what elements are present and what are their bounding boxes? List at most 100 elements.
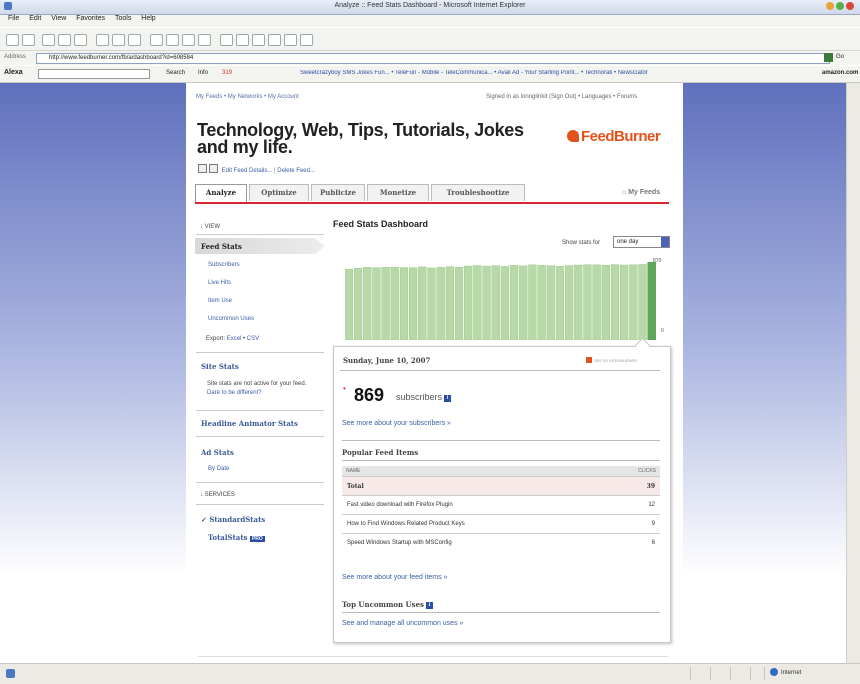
print-button[interactable] xyxy=(166,34,179,46)
top-nav-links[interactable]: My Feeds • My Networks • My Account xyxy=(196,94,299,100)
refresh-button[interactable] xyxy=(58,34,71,46)
table-row[interactable]: How to Find Windows Related Product Keys… xyxy=(342,514,660,534)
sidebar-item-subscribers[interactable]: Subscribers xyxy=(208,262,240,268)
edit-button[interactable] xyxy=(182,34,195,46)
chart-bar[interactable] xyxy=(445,266,454,340)
chart-bar[interactable] xyxy=(555,266,565,340)
tab-troubleshootize[interactable]: Troubleshootize xyxy=(431,184,525,201)
chart-bar[interactable] xyxy=(381,267,390,340)
menu-favorites[interactable]: Favorites xyxy=(76,15,105,22)
chart-bar[interactable] xyxy=(408,267,418,340)
toolbar-extra-button-3[interactable] xyxy=(284,34,297,46)
chart-bar[interactable] xyxy=(418,266,427,340)
manage-uncommon-link[interactable]: See and manage all uncommon uses » xyxy=(342,620,463,627)
tab-optimize[interactable]: Optimize xyxy=(249,184,309,201)
stop-button[interactable] xyxy=(42,34,55,46)
sidebar-item-uncommon-uses[interactable]: Uncommon Uses xyxy=(208,316,254,322)
chart-bar[interactable] xyxy=(491,265,500,340)
home-button[interactable] xyxy=(74,34,87,46)
chart-bar[interactable] xyxy=(390,266,399,340)
menu-file[interactable]: File xyxy=(8,15,19,22)
maximize-button[interactable] xyxy=(836,2,844,10)
chart-bar-current[interactable] xyxy=(647,262,656,340)
research-button[interactable] xyxy=(220,34,233,46)
tab-monetize[interactable]: Monetize xyxy=(367,184,429,201)
sidebar-item-ad-stats[interactable]: Ad Stats xyxy=(201,448,234,457)
row-name[interactable]: Fast video download with Firefox Plugin xyxy=(342,495,607,515)
chart-bar[interactable] xyxy=(464,265,473,340)
show-stats-select[interactable]: one day xyxy=(613,236,670,248)
delete-feed-link[interactable]: Delete Feed... xyxy=(277,168,315,174)
chart-bar[interactable] xyxy=(399,267,409,340)
discuss-button[interactable] xyxy=(236,34,249,46)
history-button[interactable] xyxy=(128,34,141,46)
sidebar-item-item-use[interactable]: Item Use xyxy=(208,298,232,304)
mail-button[interactable] xyxy=(150,34,163,46)
alexa-label[interactable]: Alexa xyxy=(4,69,23,76)
menu-tools[interactable]: Tools xyxy=(115,15,131,22)
toolbar-extra-button-2[interactable] xyxy=(268,34,281,46)
chart-bar[interactable] xyxy=(454,266,464,340)
chart-bar[interactable] xyxy=(537,265,546,340)
row-name[interactable]: How to Find Windows Related Product Keys xyxy=(342,514,607,534)
search-button[interactable] xyxy=(96,34,109,46)
chart-bar[interactable] xyxy=(345,268,354,340)
menu-edit[interactable]: Edit xyxy=(29,15,41,22)
menu-view[interactable]: View xyxy=(51,15,66,22)
chart-bar[interactable] xyxy=(500,266,510,340)
sidebar-item-headline-animator[interactable]: Headline Animator Stats xyxy=(201,419,298,428)
export-excel-link[interactable]: Excel xyxy=(227,336,242,342)
sidebar-item-feed-stats[interactable]: Feed Stats xyxy=(201,242,242,251)
menu-help[interactable]: Help xyxy=(141,15,155,22)
address-input[interactable]: http://www.feedburner.com/fb/a/dashboard… xyxy=(36,53,830,64)
info-icon[interactable]: i xyxy=(444,395,452,402)
chart-bar[interactable] xyxy=(592,264,601,340)
close-button[interactable] xyxy=(846,2,854,10)
chart-bar[interactable] xyxy=(519,265,528,340)
tab-publicize[interactable]: Publicize xyxy=(311,184,365,201)
table-row[interactable]: Fast video download with Firefox Plugin … xyxy=(342,495,660,515)
alexa-info-button[interactable]: Info xyxy=(198,70,208,76)
dare-link[interactable]: Dare to be different? xyxy=(207,390,262,396)
chart-bar[interactable] xyxy=(509,265,519,340)
chart-bar[interactable] xyxy=(528,264,537,340)
alexa-search-input[interactable] xyxy=(38,69,150,79)
chart-bar[interactable] xyxy=(546,265,555,340)
feedburner-logo[interactable]: FeedBurner xyxy=(567,128,661,145)
back-button[interactable] xyxy=(6,34,19,46)
sidebar-item-total-stats[interactable]: TotalStats PRO xyxy=(208,533,265,542)
forward-button[interactable] xyxy=(22,34,35,46)
sidebar-item-live-hits[interactable]: Live Hits xyxy=(208,280,231,286)
chart-bar[interactable] xyxy=(427,267,436,340)
chart-bar[interactable] xyxy=(353,268,363,340)
go-label[interactable]: Go xyxy=(836,54,844,60)
sidebar-item-site-stats[interactable]: Site Stats xyxy=(201,362,239,371)
chart-bar[interactable] xyxy=(601,265,610,340)
row-name[interactable]: Speed Windows Startup with MSConfig xyxy=(342,533,607,552)
sidebar-item-by-date[interactable]: By Date xyxy=(208,466,229,472)
chart-bar[interactable] xyxy=(564,265,574,340)
signed-in-info[interactable]: Signed in as lonnglinkit (Sign Out) • La… xyxy=(486,94,637,100)
chart-bar[interactable] xyxy=(482,265,491,340)
export-csv-link[interactable]: CSV xyxy=(247,336,259,342)
more-items-link[interactable]: See more about your feed items » xyxy=(342,574,447,581)
tab-analyze[interactable]: Analyze xyxy=(195,184,247,202)
minimize-button[interactable] xyxy=(826,2,834,10)
messenger-button[interactable] xyxy=(198,34,211,46)
sidebar-item-standard-stats[interactable]: ✓ StandardStats xyxy=(201,515,265,524)
favorites-button[interactable] xyxy=(112,34,125,46)
edit-feed-link[interactable]: Edit Feed Details... xyxy=(222,168,273,174)
chart-bar[interactable] xyxy=(473,265,482,340)
info-icon[interactable]: i xyxy=(425,602,433,609)
table-row[interactable]: Speed Windows Startup with MSConfig 6 xyxy=(342,533,660,552)
alexa-search-button[interactable]: Search xyxy=(166,70,185,76)
chart-bar[interactable] xyxy=(583,264,592,340)
chart-bar[interactable] xyxy=(372,267,381,340)
toolbar-extra-button[interactable] xyxy=(252,34,265,46)
toolbar-extra-button-4[interactable] xyxy=(300,34,313,46)
chart-bar[interactable] xyxy=(638,264,647,340)
amazon-link[interactable]: amazon.com xyxy=(822,70,858,76)
more-subscribers-link[interactable]: See more about your subscribers » xyxy=(342,420,451,427)
go-icon[interactable] xyxy=(824,53,833,62)
chart-bar[interactable] xyxy=(610,264,620,340)
